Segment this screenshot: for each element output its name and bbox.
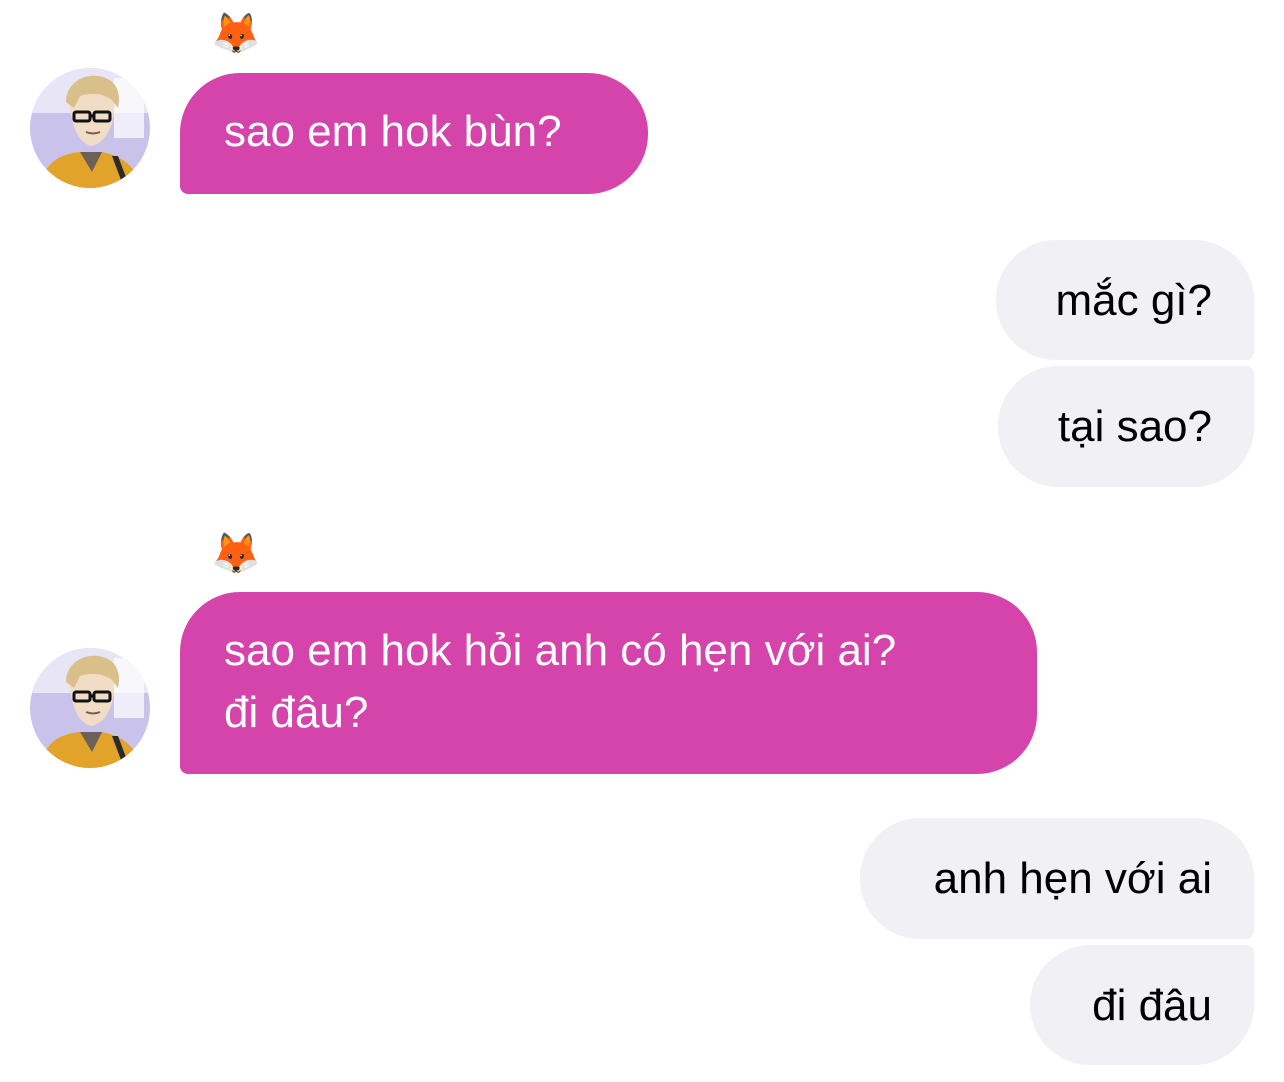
message-bubble-incoming[interactable]: sao em hok bùn?: [180, 73, 648, 194]
sender-name: 🦊: [211, 12, 261, 56]
man-with-glasses-avatar-icon: [30, 648, 150, 768]
contact-avatar[interactable]: [30, 648, 150, 768]
man-with-glasses-avatar-icon: [30, 68, 150, 188]
message-bubble-outgoing[interactable]: tại sao?: [998, 366, 1254, 487]
message-bubble-outgoing[interactable]: anh hẹn với ai: [860, 818, 1254, 939]
contact-avatar[interactable]: [30, 68, 150, 188]
message-bubble-incoming[interactable]: sao em hok hỏi anh có hẹn với ai? đi đâu…: [180, 592, 1037, 774]
message-bubble-outgoing[interactable]: đi đâu: [1030, 945, 1254, 1065]
message-bubble-outgoing[interactable]: mắc gì?: [996, 240, 1254, 360]
sender-name: 🦊: [211, 532, 261, 576]
